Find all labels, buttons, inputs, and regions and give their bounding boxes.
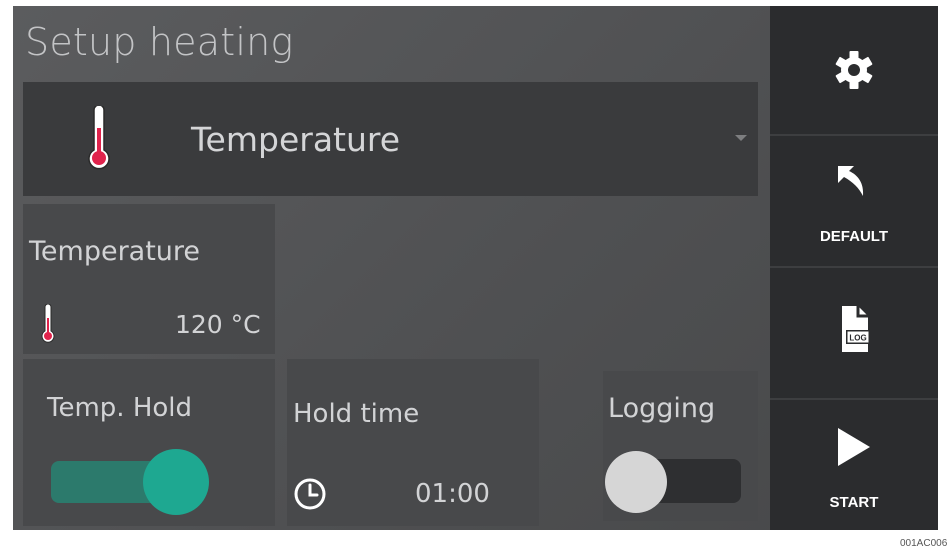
undo-arrow-icon <box>838 166 864 196</box>
default-button[interactable]: DEFAULT <box>770 136 938 268</box>
log-button[interactable]: LOG <box>770 268 938 400</box>
temperature-setting-tile[interactable]: Temperature 120 °C <box>23 204 275 354</box>
temp-hold-label: Temp. Hold <box>47 393 193 423</box>
logging-toggle[interactable] <box>605 447 745 517</box>
temp-hold-toggle-knob <box>143 449 209 515</box>
temperature-label: Temperature <box>29 236 201 267</box>
start-button-label: START <box>829 494 879 511</box>
mode-dropdown[interactable]: Temperature <box>23 82 758 196</box>
logging-label: Logging <box>608 393 716 424</box>
device-screen: Setup heating Temperature Temperature 12… <box>13 6 938 530</box>
svg-text:LOG: LOG <box>849 334 866 343</box>
temperature-value: 120 °C <box>175 310 261 339</box>
mode-dropdown-value: Temperature <box>191 120 401 159</box>
play-icon <box>838 428 870 466</box>
start-button[interactable]: START <box>770 400 938 530</box>
gear-icon <box>835 51 873 89</box>
chevron-down-icon <box>735 135 747 141</box>
hold-time-value: 01:00 <box>415 479 490 509</box>
log-file-icon: LOG <box>842 306 870 352</box>
logging-tile: Logging <box>603 371 758 521</box>
hold-time-label: Hold time <box>293 399 420 429</box>
settings-button[interactable] <box>770 6 938 136</box>
temp-hold-tile: Temp. Hold <box>23 359 275 526</box>
logging-toggle-knob <box>605 451 667 513</box>
default-button-label: DEFAULT <box>819 228 889 245</box>
hold-time-tile[interactable]: Hold time 01:00 <box>287 359 539 526</box>
clock-icon <box>294 478 326 510</box>
temp-hold-toggle[interactable] <box>51 449 209 519</box>
action-sidebar: DEFAULT LOG START <box>770 6 938 530</box>
thermometer-icon <box>88 106 110 170</box>
page-title: Setup heating <box>25 20 294 64</box>
thermometer-small-icon <box>41 304 55 343</box>
figure-code: 001AC006 <box>900 538 948 549</box>
